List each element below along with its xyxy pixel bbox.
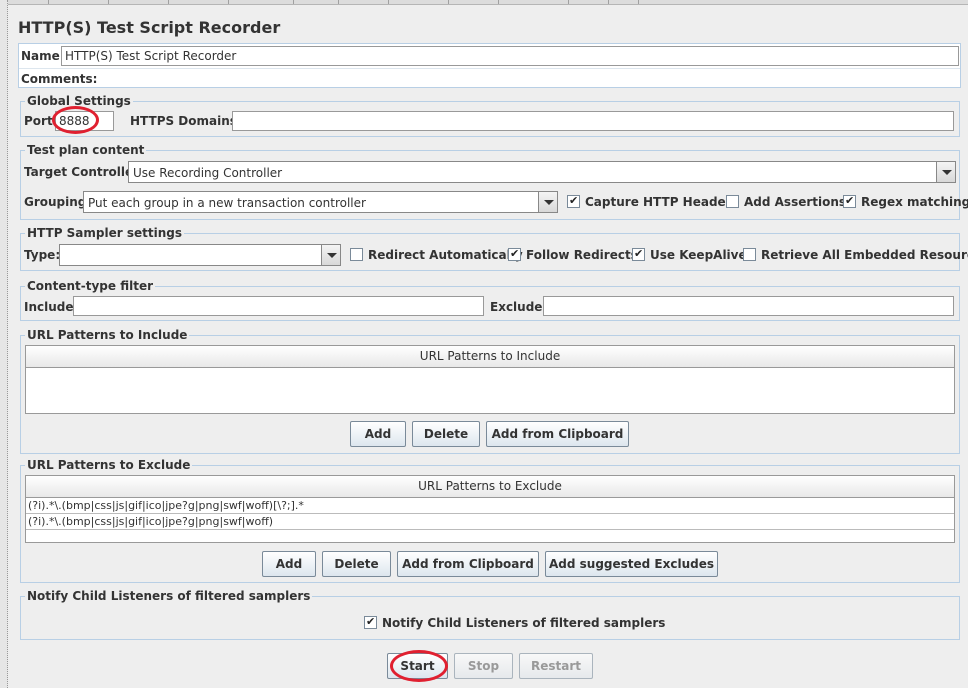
restart-button[interactable]: Restart — [519, 653, 593, 679]
add-assertions-checkbox[interactable]: Add Assertions — [726, 195, 846, 209]
url-exclude-table[interactable]: URL Patterns to Exclude (?i).*\.(bmp|css… — [25, 475, 955, 543]
checkbox-checked-icon — [843, 194, 856, 208]
target-controller-label: Target Controller: — [24, 165, 144, 179]
use-keepalive-checkbox[interactable]: Use KeepAlive — [632, 247, 747, 262]
name-label: Name: — [21, 49, 65, 63]
chevron-down-icon[interactable] — [538, 192, 557, 212]
chevron-down-icon[interactable] — [321, 245, 340, 265]
comments-label: Comments: — [21, 72, 98, 86]
test-plan-content-title: Test plan content — [25, 143, 147, 157]
comments-field[interactable] — [89, 70, 959, 87]
http-sampler-title: HTTP Sampler settings — [25, 226, 184, 240]
add-suggested-excludes-button[interactable]: Add suggested Excludes — [545, 551, 718, 577]
include-delete-button[interactable]: Delete — [412, 421, 480, 447]
panel-title: HTTP(S) Test Script Recorder — [18, 18, 281, 37]
notify-title: Notify Child Listeners of filtered sampl… — [25, 589, 313, 603]
divider — [19, 68, 960, 69]
start-highlight-ring — [390, 650, 448, 682]
include-field[interactable] — [73, 296, 484, 316]
type-select[interactable] — [59, 244, 341, 266]
checkbox-checked-icon — [508, 247, 521, 261]
grouping-select[interactable]: Put each group in a new transaction cont… — [83, 191, 558, 213]
stop-button[interactable]: Stop — [454, 653, 513, 679]
table-row[interactable]: (?i).*\.(bmp|css|js|gif|ico|jpe?g|png|sw… — [26, 498, 954, 514]
include-add-button[interactable]: Add — [350, 421, 406, 447]
grouping-label: Grouping: — [24, 195, 92, 209]
checkbox-empty-icon — [743, 248, 756, 261]
name-comments-box: Name: HTTP(S) Test Script Recorder Comme… — [18, 43, 961, 88]
capture-headers-checkbox[interactable]: Capture HTTP Headers — [567, 194, 739, 209]
url-exclude-column-header[interactable]: URL Patterns to Exclude — [26, 476, 954, 498]
name-field[interactable]: HTTP(S) Test Script Recorder — [61, 46, 959, 66]
include-label: Include: — [24, 300, 79, 314]
include-add-from-clipboard-button[interactable]: Add from Clipboard — [486, 421, 629, 447]
url-include-title: URL Patterns to Include — [25, 328, 190, 342]
regex-matching-checkbox[interactable]: Regex matching — [843, 194, 968, 209]
port-highlight-ring — [52, 106, 99, 134]
type-label: Type: — [24, 248, 61, 262]
tab-strip — [8, 0, 968, 5]
url-include-table[interactable]: URL Patterns to Include — [25, 345, 955, 414]
checkbox-empty-icon — [350, 248, 363, 261]
checkbox-checked-icon — [632, 247, 645, 261]
checkbox-empty-icon — [726, 195, 739, 208]
follow-redirects-checkbox[interactable]: Follow Redirects — [508, 247, 638, 262]
retrieve-embedded-checkbox[interactable]: Retrieve All Embedded Resources — [743, 248, 968, 262]
checkbox-checked-icon — [567, 194, 580, 208]
checkbox-checked-icon — [364, 615, 377, 629]
left-tree-edge — [0, 0, 8, 688]
table-row[interactable]: (?i).*\.(bmp|css|js|gif|ico|jpe?g|png|sw… — [26, 514, 954, 530]
notify-child-listeners-checkbox[interactable]: Notify Child Listeners of filtered sampl… — [364, 615, 665, 630]
exclude-delete-button[interactable]: Delete — [322, 551, 391, 577]
exclude-field[interactable] — [543, 296, 954, 316]
grouping-value: Put each group in a new transaction cont… — [88, 196, 366, 210]
exclude-add-button[interactable]: Add — [262, 551, 316, 577]
content-type-filter-title: Content-type filter — [25, 279, 155, 293]
https-domains-label: HTTPS Domains : — [130, 114, 246, 128]
redirect-automatically-checkbox[interactable]: Redirect Automatically — [350, 248, 523, 262]
exclude-label: Exclude: — [490, 300, 548, 314]
target-controller-select[interactable]: Use Recording Controller — [128, 161, 956, 183]
target-controller-value: Use Recording Controller — [133, 166, 283, 180]
https-domains-field[interactable] — [232, 111, 954, 131]
chevron-down-icon[interactable] — [936, 162, 955, 182]
url-include-column-header[interactable]: URL Patterns to Include — [26, 346, 954, 368]
url-exclude-title: URL Patterns to Exclude — [25, 458, 193, 472]
exclude-add-from-clipboard-button[interactable]: Add from Clipboard — [397, 551, 539, 577]
